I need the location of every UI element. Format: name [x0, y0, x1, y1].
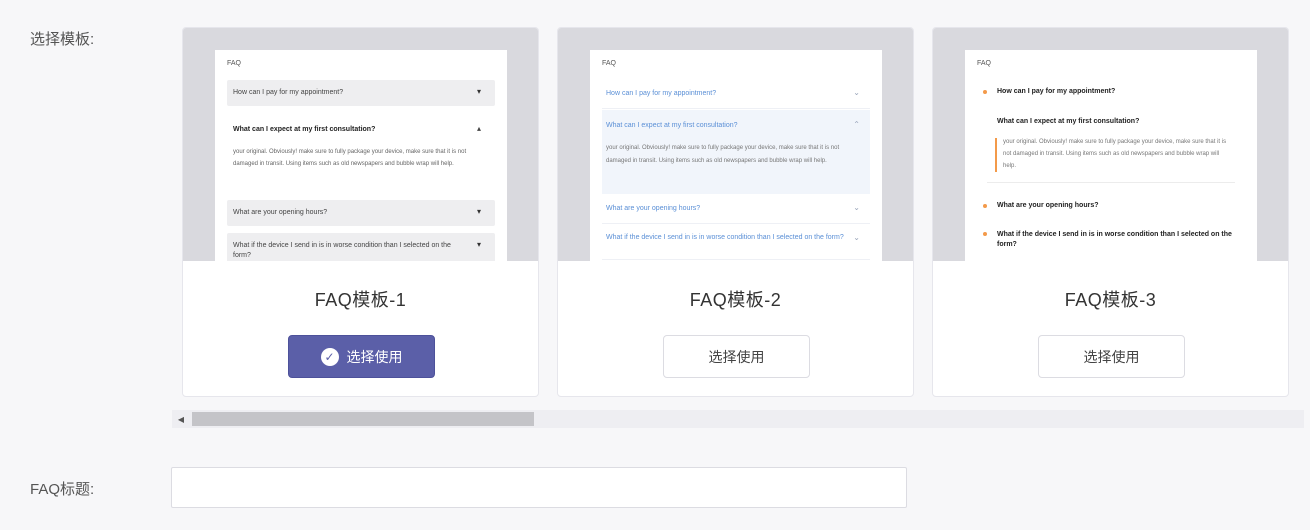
- faq-preview-1: FAQ How can I pay for my appointment? ▾ …: [215, 50, 507, 261]
- preview-heading: FAQ: [227, 60, 242, 67]
- check-circle-icon: ✓: [320, 347, 339, 366]
- preview-faq-item: What if the device I send in is in worse…: [977, 222, 1245, 256]
- preview-faq-item: What are your opening hours? ▾: [227, 200, 495, 226]
- template-label: 选择模板:: [30, 31, 95, 48]
- caret-down-icon: ⌄: [853, 203, 860, 212]
- template-name: FAQ模板-3: [1064, 290, 1157, 310]
- caret-down-icon: ⌄: [853, 88, 860, 97]
- preview-faq-item-open: What can I expect at my first consultati…: [227, 112, 495, 200]
- caret-down-icon: ▾: [476, 207, 481, 216]
- accent-bar: [995, 138, 997, 172]
- caret-up-icon: ▴: [476, 124, 481, 133]
- faq-title-label: FAQ标题:: [30, 481, 95, 498]
- template-name: FAQ模板-2: [689, 290, 782, 310]
- template-card-3[interactable]: FAQ How can I pay for my appointment? Wh…: [932, 27, 1289, 397]
- template-name: FAQ模板-1: [314, 290, 407, 310]
- template-card-2[interactable]: FAQ How can I pay for my appointment? ⌄ …: [557, 27, 914, 397]
- caret-down-icon: ▾: [476, 87, 481, 96]
- faq-title-input[interactable]: [171, 467, 907, 508]
- scrollbar-thumb[interactable]: [192, 412, 534, 426]
- preview-faq-item-open: What can I expect at my first consultati…: [977, 116, 1245, 198]
- select-template-1-button[interactable]: ✓ 选择使用: [288, 335, 435, 378]
- preview-faq-item: What are your opening hours? ⌄: [602, 195, 870, 224]
- template-card-1[interactable]: FAQ How can I pay for my appointment? ▾ …: [182, 27, 539, 397]
- preview-heading: FAQ: [977, 60, 992, 67]
- divider: [987, 182, 1235, 183]
- bullet-icon: [983, 90, 987, 94]
- preview-faq-item: What if the device I send in is in worse…: [227, 233, 495, 261]
- preview-faq-item: What are your opening hours?: [977, 194, 1245, 220]
- caret-down-icon: ⌄: [853, 233, 860, 242]
- preview-faq-item: How can I pay for my appointment?: [977, 80, 1245, 106]
- faq-preview-2: FAQ How can I pay for my appointment? ⌄ …: [590, 50, 882, 261]
- preview-faq-item: How can I pay for my appointment? ⌄: [602, 80, 870, 109]
- select-template-3-button[interactable]: 选择使用: [1038, 335, 1185, 378]
- preview-faq-item: What if the device I send in is in worse…: [602, 225, 870, 260]
- bullet-icon: [983, 204, 987, 208]
- bullet-icon: [983, 232, 987, 236]
- preview-heading: FAQ: [602, 60, 617, 67]
- select-template-2-button[interactable]: 选择使用: [663, 335, 810, 378]
- faq-preview-3: FAQ How can I pay for my appointment? Wh…: [965, 50, 1257, 261]
- template-preview-area: FAQ How can I pay for my appointment? ⌄ …: [558, 28, 913, 261]
- caret-up-icon: ⌃: [853, 120, 860, 129]
- template-preview-area: FAQ How can I pay for my appointment? Wh…: [933, 28, 1288, 261]
- preview-faq-item: How can I pay for my appointment? ▾: [227, 80, 495, 106]
- horizontal-scrollbar[interactable]: ◀: [172, 410, 1304, 428]
- caret-left-icon[interactable]: ◀: [172, 410, 190, 428]
- preview-faq-item-open: What can I expect at my first consultati…: [602, 110, 870, 194]
- caret-down-icon: ▾: [476, 240, 481, 249]
- template-preview-area: FAQ How can I pay for my appointment? ▾ …: [183, 28, 538, 261]
